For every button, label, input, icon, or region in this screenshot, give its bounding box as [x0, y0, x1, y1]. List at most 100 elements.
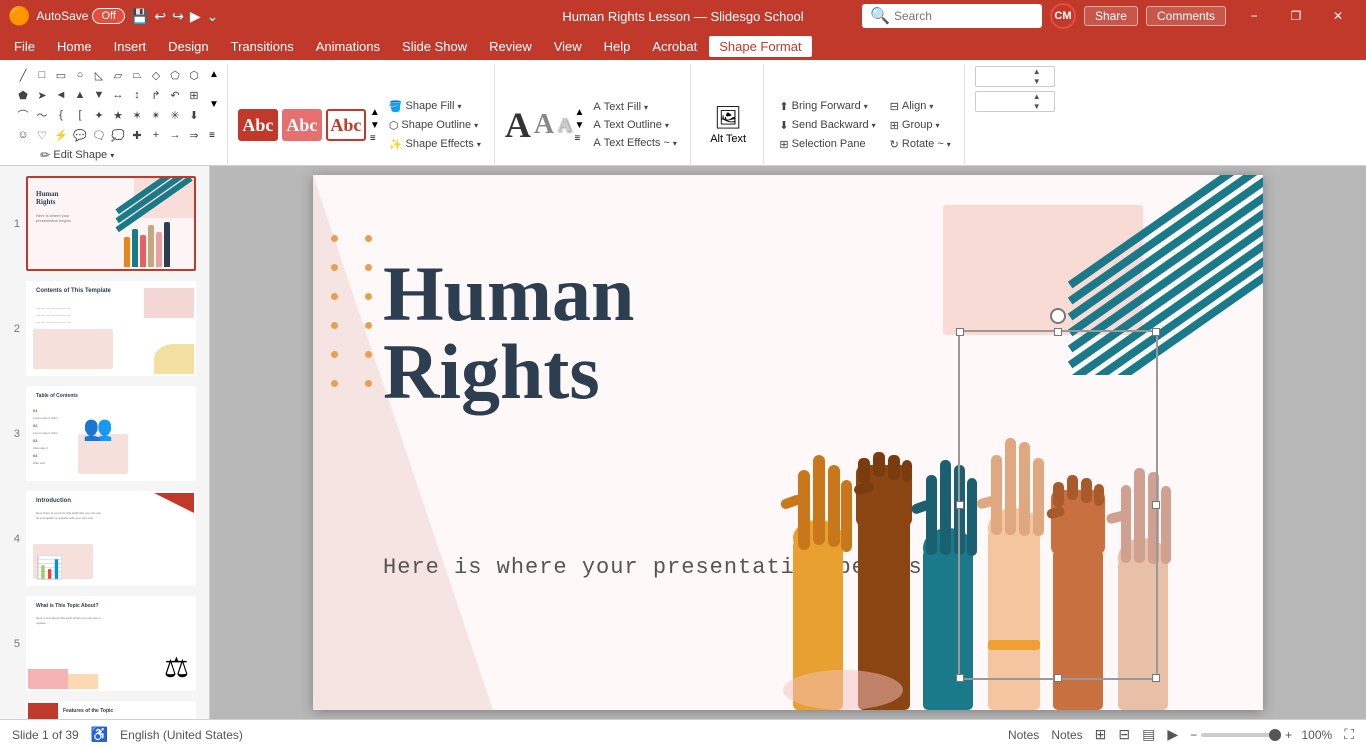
- zoom-thumb[interactable]: [1269, 729, 1281, 741]
- wordart-down[interactable]: ▼: [575, 120, 585, 131]
- edit-shape-dropdown[interactable]: ▾: [110, 151, 114, 160]
- notes-label[interactable]: Notes: [1051, 728, 1082, 742]
- shape-callout2[interactable]: 🗨: [90, 126, 108, 144]
- shape-style-2[interactable]: Abc: [282, 109, 322, 141]
- shapes-scroll-up[interactable]: ▲: [209, 69, 219, 80]
- view-reading-icon[interactable]: ▤: [1142, 726, 1155, 743]
- shape-fill-dropdown[interactable]: ▾: [457, 102, 461, 111]
- slide-title[interactable]: Human Rights: [383, 255, 634, 411]
- shape-fill-button[interactable]: 🪣 Shape Fill ▾: [384, 98, 486, 115]
- shape-arc[interactable]: ⌒: [14, 106, 32, 124]
- shape-brace[interactable]: {: [52, 106, 70, 124]
- shape-scroll-right[interactable]: →: [166, 126, 184, 144]
- shape-style-3[interactable]: Abc: [326, 109, 366, 141]
- accessibility-check-icon[interactable]: ♿: [91, 726, 108, 743]
- width-down[interactable]: ▼: [1031, 102, 1043, 112]
- slide-thumb-1[interactable]: 1 HumanRights Here is where yourpresenta…: [4, 174, 205, 273]
- shape-scroll-right2[interactable]: ⇒: [185, 126, 203, 144]
- wordart-a-sm[interactable]: A: [557, 114, 571, 137]
- height-up[interactable]: ▲: [1031, 67, 1043, 77]
- shape-hept[interactable]: ⬟: [14, 86, 32, 104]
- selection-pane-button[interactable]: ⊞ Selection Pane: [774, 136, 880, 153]
- minimize-button[interactable]: −: [1234, 2, 1274, 30]
- wordart-a-med[interactable]: A: [534, 109, 554, 141]
- slide-thumb-5[interactable]: 5 What is This Topic About? Here is text…: [4, 594, 205, 693]
- slide-thumb-6[interactable]: 6 Features of the Topic — Point— Point— …: [4, 699, 205, 719]
- comments-button[interactable]: Comments: [1146, 6, 1226, 26]
- shape-left-arrow[interactable]: ◄: [52, 86, 70, 104]
- height-input-container[interactable]: 6,34 cm ▲ ▼: [975, 66, 1055, 87]
- align-dropdown[interactable]: ▾: [929, 102, 933, 111]
- menu-view[interactable]: View: [544, 36, 592, 57]
- shape-styles-more[interactable]: ≡: [370, 133, 380, 144]
- slide-thumb-4[interactable]: 4 Introduction Here there is a text for …: [4, 489, 205, 588]
- text-outline-dropdown[interactable]: ▾: [665, 121, 669, 130]
- shape-trapezoid[interactable]: ⏢: [128, 66, 146, 84]
- shape-rect[interactable]: □: [33, 66, 51, 84]
- group-button[interactable]: ⊞ Group ▾: [885, 117, 956, 134]
- shape-pentagon[interactable]: ⬠: [166, 66, 184, 84]
- shape-effects-dropdown[interactable]: ▾: [477, 140, 481, 149]
- redo-icon[interactable]: ↪: [172, 8, 184, 25]
- share-button[interactable]: Share: [1084, 6, 1138, 26]
- text-fill-button[interactable]: A Text Fill ▾: [588, 99, 682, 115]
- shape-lr-arrow[interactable]: ↔: [109, 86, 127, 104]
- shape-styles-down[interactable]: ▼: [370, 120, 380, 131]
- autosave-toggle[interactable]: Off: [92, 8, 124, 24]
- zoom-control[interactable]: − + 100%: [1190, 728, 1332, 742]
- shape-line[interactable]: ╱: [14, 66, 32, 84]
- zoom-in-icon[interactable]: +: [1285, 728, 1292, 742]
- menu-design[interactable]: Design: [158, 36, 218, 57]
- shape-star5[interactable]: ★: [109, 106, 127, 124]
- align-button[interactable]: ⊟ Align ▾: [885, 98, 956, 115]
- shape-ud-arrow[interactable]: ↕: [128, 86, 146, 104]
- shape-hexagon[interactable]: ⬡: [185, 66, 203, 84]
- shape-star8[interactable]: ✴: [147, 106, 165, 124]
- zoom-slider[interactable]: [1201, 733, 1281, 737]
- menu-review[interactable]: Review: [479, 36, 542, 57]
- rotate-dropdown[interactable]: ▾: [947, 140, 951, 149]
- shape-bracket[interactable]: [: [71, 106, 89, 124]
- restore-button[interactable]: ❐: [1276, 2, 1316, 30]
- shape-style-1[interactable]: Abc: [238, 109, 278, 141]
- shape-right-arrow[interactable]: ➤: [33, 86, 51, 104]
- hands-illustration[interactable]: [763, 290, 1213, 710]
- width-input[interactable]: 1,55 cm: [976, 94, 1031, 110]
- rotate-button[interactable]: ↻ Rotate ~ ▾: [885, 136, 956, 153]
- text-outline-button[interactable]: A Text Outline ▾: [588, 117, 682, 133]
- view-normal-icon[interactable]: ⊞: [1095, 726, 1107, 743]
- shapes-more[interactable]: ≡: [209, 130, 219, 141]
- close-button[interactable]: ✕: [1318, 2, 1358, 30]
- zoom-out-icon[interactable]: −: [1190, 728, 1197, 742]
- send-backward-button[interactable]: ⬇ Send Backward ▾: [774, 117, 880, 134]
- shape-wave[interactable]: 〜: [33, 106, 51, 124]
- menu-shape-format[interactable]: Shape Format: [709, 36, 811, 57]
- search-box[interactable]: 🔍: [862, 4, 1042, 28]
- shape-down-arrow[interactable]: ▼: [90, 86, 108, 104]
- bring-forward-button[interactable]: ⬆ Bring Forward ▾: [774, 98, 880, 115]
- present-icon[interactable]: ▶: [190, 8, 201, 25]
- send-backward-dropdown[interactable]: ▾: [872, 121, 876, 130]
- shape-callout1[interactable]: 💬: [71, 126, 89, 144]
- language-label[interactable]: English (United States): [120, 728, 243, 742]
- autosave-control[interactable]: AutoSave Off: [36, 8, 125, 24]
- shape-star6[interactable]: ✶: [128, 106, 146, 124]
- shape-diamond[interactable]: ◇: [147, 66, 165, 84]
- shape-outline-button[interactable]: ⬡ Shape Outline ▾: [384, 117, 486, 134]
- zoom-level[interactable]: 100%: [1296, 728, 1332, 742]
- shape-stripe[interactable]: ⊞: [185, 86, 203, 104]
- shape-roundrect[interactable]: ▭: [52, 66, 70, 84]
- menu-transitions[interactable]: Transitions: [221, 36, 304, 57]
- shape-plus[interactable]: +: [147, 126, 165, 144]
- save-icon[interactable]: 💾: [131, 8, 148, 25]
- alt-text-button[interactable]: 🖼 Alt Text: [705, 102, 751, 148]
- text-fill-dropdown[interactable]: ▾: [644, 103, 648, 112]
- shape-uturn[interactable]: ↶: [166, 86, 184, 104]
- text-effects-dropdown[interactable]: ▾: [673, 139, 677, 148]
- width-input-container[interactable]: 1,55 cm ▲ ▼: [975, 91, 1055, 112]
- menu-slideshow[interactable]: Slide Show: [392, 36, 477, 57]
- shape-heart[interactable]: ♡: [33, 126, 51, 144]
- notes-button[interactable]: Notes: [1008, 728, 1039, 742]
- shape-circle[interactable]: ○: [71, 66, 89, 84]
- view-slideshow-icon[interactable]: ▶: [1167, 726, 1178, 743]
